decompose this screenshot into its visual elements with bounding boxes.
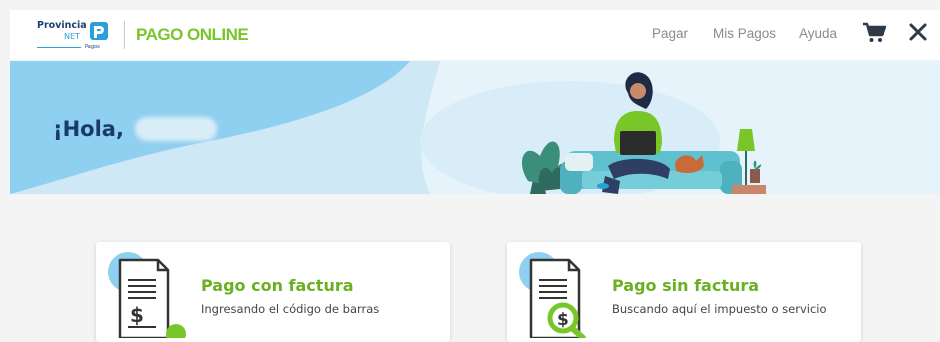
invoice-search-icon: $ [529, 258, 586, 338]
logo-pagos-text: Pagos [85, 44, 100, 50]
card-subtitle: Buscando aquí el impuesto o servicio [612, 302, 827, 316]
header-divider [124, 21, 125, 49]
svg-text:$: $ [557, 310, 569, 330]
provincia-net-logo[interactable]: Provincia NET Pagos [37, 18, 127, 52]
pago-sin-factura-card[interactable]: $ Pago sin factura Buscando aquí el impu… [507, 242, 861, 342]
brand-title: PAGO ONLINE [136, 25, 249, 44]
card-title: Pago con factura [201, 276, 354, 295]
welcome-banner: ¡Hola, [10, 61, 940, 194]
cart-icon[interactable] [862, 22, 886, 44]
top-bar: Provincia NET Pagos PAGO ONLINE Pagar Mi… [10, 10, 940, 60]
nav-ayuda-link[interactable]: Ayuda [799, 26, 837, 41]
card-subtitle: Ingresando el código de barras [201, 302, 380, 316]
card-title: Pago sin factura [612, 276, 760, 295]
user-name-redacted [135, 117, 217, 141]
nav-pagar-link[interactable]: Pagar [652, 26, 688, 41]
pago-con-factura-card[interactable]: $ Pago con factura Ingresando el código … [96, 242, 450, 342]
logo-underline [37, 47, 81, 48]
invoice-dollar-icon: $ [118, 258, 186, 338]
logo-mark-icon [90, 22, 108, 40]
person-on-sofa-illustration [521, 72, 766, 194]
close-icon[interactable] [908, 22, 928, 42]
logo-provincia-text: Provincia [37, 20, 87, 31]
greeting-text: ¡Hola, [53, 117, 124, 141]
logo-net-text: NET [64, 32, 80, 41]
nav-mis-pagos-link[interactable]: Mis Pagos [713, 26, 776, 41]
svg-text:$: $ [130, 303, 144, 327]
